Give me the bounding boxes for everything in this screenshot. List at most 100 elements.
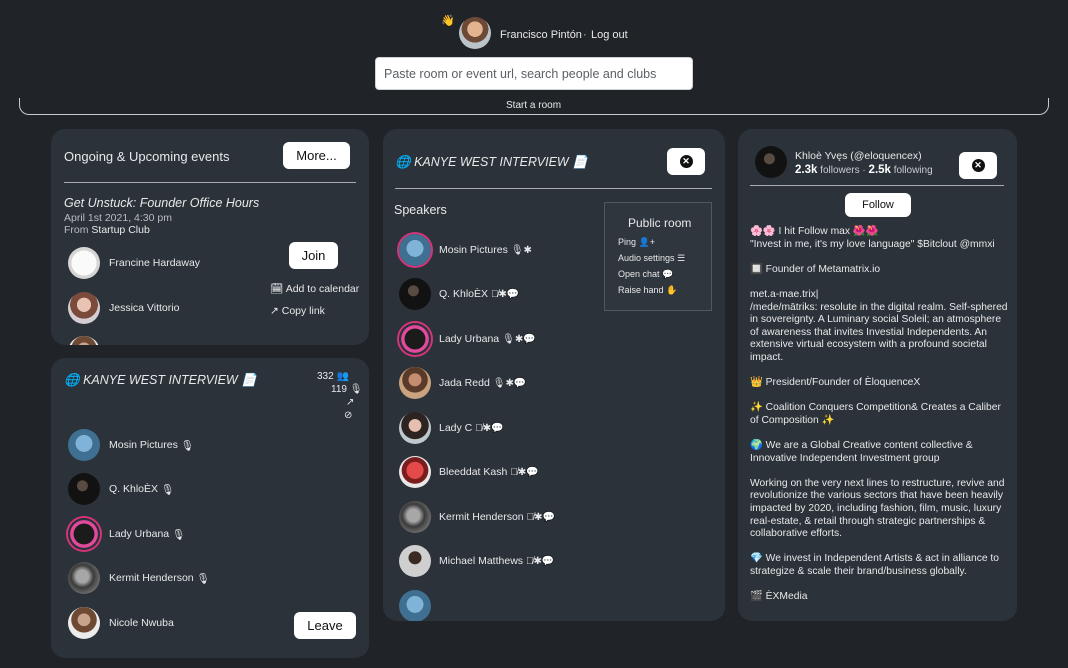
person-name: Jessica Vittorio [109,302,180,314]
audio-settings-menu-item[interactable]: Audio settings ☰ [618,253,685,264]
avatar [399,545,431,577]
from-label: From [64,224,89,236]
bio-paragraph: 💎 We invest in Independent Artists & act… [750,553,1000,578]
room-title-text: KANYE WEST INTERVIEW [83,373,238,387]
hide-icon[interactable]: ⊘ [344,410,352,421]
room-type-label: Public room [628,216,692,230]
room-title: 🌐 KANYE WEST INTERVIEW 📄 [395,155,588,170]
microphone-icon: 🎙 [177,439,195,452]
bio-paragraph: ✨ Coalition Conquers Competition& Create… [750,402,1001,426]
speaker-row[interactable]: Q. KhloÈX 🎙̸✱💬 [399,278,519,310]
speaker-row[interactable] [399,590,439,621]
chat-icon: 💬 [662,269,674,279]
events-divider [64,182,356,183]
profile-avatar [755,146,787,178]
room-divider [395,188,712,189]
start-room-link[interactable]: Start a room [506,100,561,111]
speaker-name: Kermit Henderson [439,511,524,523]
separator: · [583,29,587,41]
speaker-row[interactable]: Lady C 🎙̸✱💬 [399,412,504,444]
list-item[interactable]: Kermit Henderson 🎙 [68,562,210,594]
person-name: Kermit Henderson [109,572,194,584]
current-room-panel: 🌐 KANYE WEST INTERVIEW 📄 332 👥 119 🎙 ↗ ⊘… [51,358,369,658]
speaker-status-icons: 🎙̸✱💬 [526,555,555,567]
profile-divider [750,185,1004,186]
open-chat-menu-item[interactable]: Open chat 💬 [618,269,673,280]
list-item[interactable]: Francine Hardaway [68,247,200,279]
speaker-row[interactable]: Lady Urbana 🎙✱💬 [399,323,536,355]
speaker-name: Mosin Pictures [439,244,508,256]
list-item[interactable]: Jessica Vittorio [68,292,179,324]
speaker-count-value: 119 [331,384,347,395]
list-item[interactable]: Lady Urbana 🎙 [68,518,185,550]
open-room-icon[interactable]: ↗ [346,397,354,408]
document-icon: 📄 [572,155,588,169]
avatar [399,323,431,355]
speaker-name: Bleeddat Kash [439,466,508,478]
bio-paragraph: 🌸🌸 I hit Follow max 🌺🌺 "Invest in me, it… [750,226,995,250]
event-club: From Startup Club [64,224,150,236]
add-calendar-link[interactable]: 🗓 Add to calendar [270,282,359,295]
list-item[interactable] [68,336,109,345]
avatar [68,473,100,505]
add-user-icon: 👤+ [638,237,655,247]
following-label: following [893,165,933,176]
speaker-row[interactable]: Michael Matthews 🎙̸✱💬 [399,545,554,577]
ping-menu-item[interactable]: Ping 👤+ [618,237,655,248]
events-heading: Ongoing & Upcoming events [64,149,230,164]
external-link-icon: ↗ [270,305,279,317]
close-profile-button[interactable]: ✕ [959,152,997,179]
calendar-icon: 🗓 [270,283,284,295]
bio-paragraph: 🔲 Founder of Metamatrix.io [750,263,881,275]
speaker-status-icons: 🎙̸✱💬 [475,422,504,434]
speaker-status-icons: 🎙✱💬 [492,377,527,389]
speaker-row[interactable]: Mosin Pictures 🎙✱ [399,234,532,266]
speaker-row[interactable]: Jada Redd 🎙✱💬 [399,367,526,399]
room-panel: 🌐 KANYE WEST INTERVIEW 📄 ✕ Speakers Mosi… [383,129,725,621]
join-event-button[interactable]: Join [289,242,338,269]
leave-button[interactable]: Leave [294,612,356,639]
user-name[interactable]: Francisco Pintón [500,29,582,41]
speaker-name: Jada Redd [439,377,490,389]
sliders-icon: ☰ [677,253,686,263]
microphone-icon: 🎙 [169,528,186,541]
copy-link[interactable]: ↗ Copy link [270,305,325,317]
close-room-button[interactable]: ✕ [667,148,705,175]
following-count[interactable]: 2.5k [869,164,891,176]
room-title-text: KANYE WEST INTERVIEW [414,155,569,169]
list-item[interactable]: Q. KhloÈX 🎙 [68,473,174,505]
event-date: April 1st 2021, 4:30 pm [64,212,172,224]
wave-emoji: 👋 [441,15,455,27]
profile-bio: 🌸🌸 I hit Follow max 🌺🌺 "Invest in me, it… [750,226,1008,616]
more-events-button[interactable]: More... [283,142,350,169]
list-item[interactable]: Mosin Pictures 🎙 [68,429,194,461]
speaker-row[interactable]: Kermit Henderson 🎙̸✱💬 [399,501,555,533]
copy-link-label: Copy link [281,305,325,317]
speaker-status-icons: 🎙̸✱💬 [526,511,555,523]
avatar [399,412,431,444]
search-input[interactable] [375,57,693,90]
microphone-icon: 🎙 [158,483,175,496]
room-title[interactable]: 🌐 KANYE WEST INTERVIEW 📄 [64,373,257,388]
follow-button[interactable]: Follow [845,193,911,217]
person-name: Mosin Pictures [109,439,178,451]
speaker-status-icons: 🎙✱💬 [502,333,536,345]
avatar [399,501,431,533]
speaker-row[interactable]: Bleeddat Kash 🎙̸✱💬 [399,456,539,488]
avatar [68,562,100,594]
followers-count[interactable]: 2.3k [795,164,817,176]
raise-hand-menu-item[interactable]: Raise hand ✋ [618,285,677,296]
avatar [68,429,100,461]
user-avatar[interactable] [459,17,491,49]
raise-hand-label: Raise hand [618,285,664,295]
avatar [399,234,431,266]
speaker-status-icons: 🎙̸✱💬 [491,288,520,300]
avatar [68,247,100,279]
list-item[interactable]: Nicole Nwuba [68,607,174,639]
avatar [68,292,100,324]
logout-link[interactable]: Log out [591,29,628,41]
event-title[interactable]: Get Unstuck: Founder Office Hours [64,196,259,210]
club-name[interactable]: Startup Club [91,224,149,236]
avatar [399,278,431,310]
person-name: Nicole Nwuba [109,617,174,629]
